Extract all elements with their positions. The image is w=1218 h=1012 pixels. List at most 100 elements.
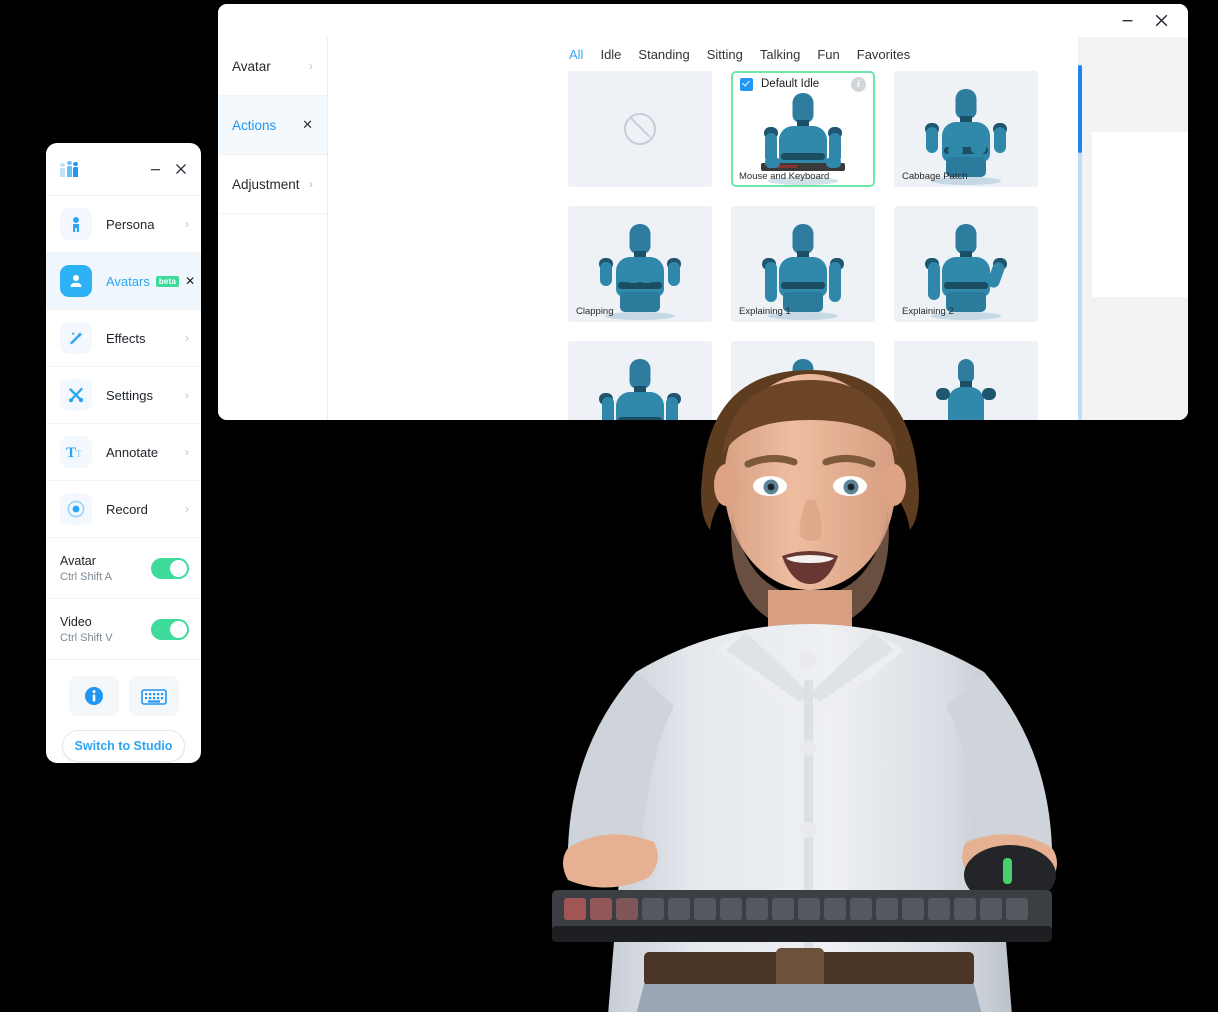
- mannequin-hand-right: [826, 157, 841, 168]
- sidebar-item-record[interactable]: Record ›: [46, 481, 201, 538]
- tab-favorites[interactable]: Favorites: [857, 47, 910, 62]
- sidebar-item-annotate[interactable]: T T Annotate ›: [46, 424, 201, 481]
- mannequin-hand-left: [787, 413, 802, 420]
- action-card-row3-third[interactable]: [894, 341, 1038, 420]
- mannequin-head: [792, 359, 814, 389]
- avatar-hand-left: [563, 834, 658, 888]
- avatar-jeans: [636, 984, 982, 1012]
- tab-all[interactable]: All: [569, 47, 583, 62]
- close-icon[interactable]: ✕: [185, 274, 195, 288]
- minimize-icon[interactable]: [1110, 7, 1144, 35]
- minimize-icon[interactable]: [143, 157, 167, 181]
- sidebar-item-avatars[interactable]: Avatars beta ✕: [46, 253, 201, 310]
- tab-fun[interactable]: Fun: [817, 47, 839, 62]
- keyboard-shortcuts-button[interactable]: [128, 676, 179, 716]
- sidebar-item-label: Settings: [106, 387, 153, 403]
- tab-sitting[interactable]: Sitting: [707, 47, 743, 62]
- avatar-brow-right: [822, 455, 876, 468]
- close-icon[interactable]: ✕: [302, 117, 313, 133]
- avatar-eye-left: [753, 476, 787, 496]
- action-card-explaining-1[interactable]: Explaining 1: [731, 206, 875, 322]
- minimize-glyph: [150, 168, 160, 170]
- sidebar-item-persona[interactable]: Persona ›: [46, 196, 201, 253]
- thumbnail-row: Explaining 3: [568, 341, 1078, 420]
- mannequin-torso: [616, 392, 664, 420]
- preview-scrollbar-thumb[interactable]: [1078, 65, 1082, 153]
- toggle-title: Avatar: [60, 553, 96, 568]
- mannequin-arm-left: [928, 262, 940, 300]
- action-card-default-idle[interactable]: Default Idle i Mouse and Keyboard: [731, 71, 875, 187]
- logo-figure-2: [66, 161, 72, 177]
- avatar-button: [800, 652, 816, 668]
- mannequin-shadow: [605, 312, 675, 320]
- chevron-right-icon: ›: [185, 217, 189, 231]
- action-card-explaining-3[interactable]: Explaining 3: [568, 341, 712, 420]
- switch-to-studio-button[interactable]: Switch to Studio: [62, 730, 185, 762]
- sidebar-item-label: Adjustment: [232, 176, 300, 192]
- keyboard-keys: [564, 898, 1028, 920]
- floating-control-panel: Persona › Avatars beta ✕ Effects › Setti…: [46, 143, 201, 763]
- mannequin-arm-left: [773, 397, 785, 420]
- tools-glyph: [68, 387, 83, 402]
- avatar-toggle-switch[interactable]: [151, 557, 189, 579]
- mannequin-belt: [781, 282, 825, 289]
- video-toggle-switch[interactable]: [151, 618, 189, 640]
- action-card-fishing[interactable]: Fishing: [731, 341, 875, 420]
- sidebar-item-actions[interactable]: Actions ✕: [218, 96, 327, 155]
- mannequin-arm-left: [600, 262, 612, 286]
- mannequin-head: [958, 359, 974, 383]
- logo-figure-3: [73, 162, 78, 177]
- action-card-label: Clapping: [576, 306, 614, 317]
- sidebar-item-label: Annotate: [106, 444, 159, 460]
- close-glyph: [1155, 14, 1167, 27]
- mannequin-hand-left: [948, 145, 963, 156]
- chevron-right-icon: ›: [185, 331, 189, 345]
- mannequin-head: [955, 89, 977, 119]
- tab-talking[interactable]: Talking: [760, 47, 800, 62]
- close-icon[interactable]: [169, 157, 193, 181]
- mannequin-figure: [753, 220, 853, 320]
- toggle-title: Video: [60, 614, 92, 629]
- action-card-none[interactable]: [568, 71, 712, 187]
- sidebar-item-adjustment[interactable]: Adjustment ›: [218, 155, 327, 214]
- action-card-explaining-2[interactable]: Explaining 2: [894, 206, 1038, 322]
- toggle-shortcut: Ctrl Shift V: [60, 631, 113, 644]
- avatar-settings-window: Avatar › Actions ✕ Adjustment › All Idle…: [218, 4, 1188, 420]
- thumbnail-row: Clapping Explaining 1 Explaining 2: [568, 206, 1078, 322]
- action-card-label: Explaining 2: [902, 306, 954, 317]
- avatar-preview-canvas[interactable]: [1092, 132, 1188, 297]
- live-avatar-overlay: [552, 370, 1057, 1012]
- avatar-sleeve-left: [568, 672, 674, 874]
- action-card-cabbage-patch[interactable]: Cabbage Patch: [894, 71, 1038, 187]
- keyboard-backlight: [564, 898, 638, 920]
- magic-wand-glyph: [70, 332, 83, 345]
- tab-idle[interactable]: Idle: [600, 47, 621, 62]
- float-panel-footer: Switch to Studio: [46, 660, 201, 763]
- mannequin-hand-right: [971, 143, 986, 154]
- footer-buttons: [68, 676, 179, 716]
- mannequin-arm-left: [926, 127, 938, 153]
- info-icon[interactable]: i: [851, 76, 866, 92]
- person-glyph: [73, 217, 79, 232]
- float-panel-window-buttons: [143, 157, 193, 181]
- record-icon: [60, 493, 92, 525]
- info-icon: [84, 687, 103, 705]
- preview-scrollbar-track[interactable]: [1078, 65, 1082, 420]
- info-button[interactable]: [68, 676, 119, 716]
- chevron-right-icon: ›: [309, 59, 313, 73]
- action-card-clapping[interactable]: Clapping: [568, 206, 712, 322]
- avatar-sleeve-right: [946, 672, 1052, 874]
- action-card-checkbox[interactable]: [740, 77, 753, 91]
- beta-badge: beta: [155, 275, 180, 287]
- avatar-placket: [804, 680, 813, 1012]
- sidebar-item-avatar[interactable]: Avatar ›: [218, 37, 327, 96]
- close-icon[interactable]: [1144, 7, 1178, 35]
- mannequin-figure: [753, 355, 853, 420]
- sidebar-item-settings[interactable]: Settings ›: [46, 367, 201, 424]
- avatar-neck: [768, 590, 852, 660]
- tab-standing[interactable]: Standing: [638, 47, 689, 62]
- sidebar-item-effects[interactable]: Effects ›: [46, 310, 201, 367]
- mannequin-figure: [590, 220, 690, 320]
- avatar-eye-right: [833, 476, 867, 496]
- mannequin-hand-left: [765, 157, 780, 168]
